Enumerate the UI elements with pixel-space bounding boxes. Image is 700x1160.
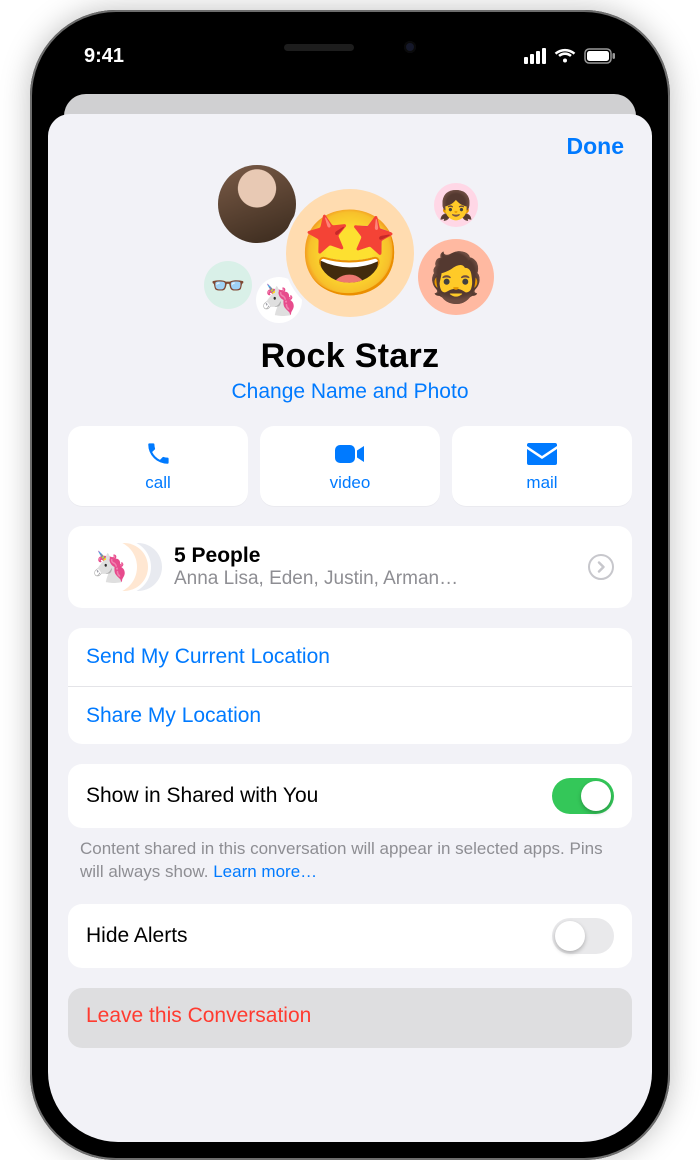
show-in-shared-toggle[interactable]: [552, 778, 614, 814]
people-group: 🦄 5 People Anna Lisa, Eden, Justin, Arma…: [68, 526, 632, 608]
people-title: 5 People: [174, 544, 580, 568]
call-label: call: [145, 473, 171, 493]
leave-conversation-label: Leave this Conversation: [86, 1004, 311, 1027]
call-button[interactable]: call: [68, 426, 248, 506]
member-avatar: 👓: [204, 261, 252, 309]
phone-icon: [145, 439, 171, 469]
share-location-row[interactable]: Share My Location: [68, 686, 632, 744]
mail-icon: [527, 439, 557, 469]
member-avatar: 👧: [434, 183, 478, 227]
group-photo: 🤩: [286, 189, 414, 317]
hide-alerts-toggle[interactable]: [552, 918, 614, 954]
contact-actions: call video mail: [48, 426, 652, 506]
battery-icon: [584, 48, 616, 64]
member-avatar: [218, 165, 296, 243]
send-location-label: Send My Current Location: [86, 645, 330, 669]
chevron-right-icon: [588, 554, 614, 580]
done-button[interactable]: Done: [561, 132, 631, 161]
video-icon: [334, 439, 366, 469]
video-button[interactable]: video: [260, 426, 440, 506]
mail-label: mail: [526, 473, 557, 493]
phone-frame: 9:41 Done 👓 🦄 🤩: [30, 10, 670, 1160]
share-location-label: Share My Location: [86, 704, 261, 728]
alerts-group: Hide Alerts: [68, 904, 632, 968]
group-name: Rock Starz: [48, 337, 652, 376]
hide-alerts-row: Hide Alerts: [68, 904, 632, 968]
shared-footnote-text: Content shared in this conversation will…: [80, 839, 603, 881]
member-avatar: 🧔: [418, 239, 494, 315]
send-location-row[interactable]: Send My Current Location: [68, 628, 632, 686]
hide-alerts-label: Hide Alerts: [86, 924, 552, 948]
learn-more-link[interactable]: Learn more…: [213, 862, 317, 881]
group-avatar-cluster[interactable]: 👓 🦄 🤩 👧 🧔: [48, 165, 652, 335]
mail-button[interactable]: mail: [452, 426, 632, 506]
shared-footnote: Content shared in this conversation will…: [48, 828, 652, 884]
shared-group: Show in Shared with You: [68, 764, 632, 828]
people-subtitle: Anna Lisa, Eden, Justin, Arman…: [174, 568, 580, 590]
show-in-shared-row: Show in Shared with You: [68, 764, 632, 828]
details-sheet: Done 👓 🦄 🤩 👧 🧔 Rock Starz Change Name an…: [48, 114, 652, 1142]
leave-conversation-row[interactable]: Leave this Conversation: [68, 988, 632, 1048]
video-label: video: [330, 473, 371, 493]
sheet-header: Done: [48, 114, 652, 161]
notch: [225, 28, 475, 66]
wifi-icon: [554, 48, 576, 64]
location-group: Send My Current Location Share My Locati…: [68, 628, 632, 744]
status-time: 9:41: [84, 45, 124, 68]
screen: 9:41 Done 👓 🦄 🤩: [48, 28, 652, 1142]
show-in-shared-label: Show in Shared with You: [86, 784, 552, 808]
cellular-icon: [524, 48, 546, 64]
people-avatars: 🦄: [86, 540, 164, 594]
change-name-photo-link[interactable]: Change Name and Photo: [48, 380, 652, 404]
people-row[interactable]: 🦄 5 People Anna Lisa, Eden, Justin, Arma…: [68, 526, 632, 608]
leave-group: Leave this Conversation: [68, 988, 632, 1048]
